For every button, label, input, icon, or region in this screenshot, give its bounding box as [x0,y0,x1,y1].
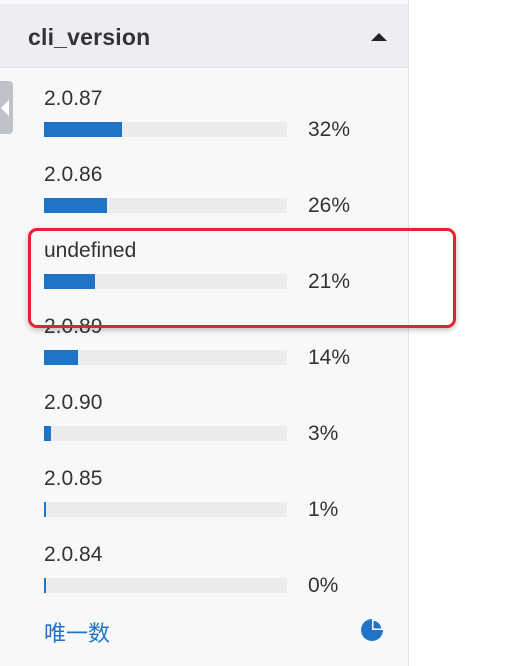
percent-bar-fill [44,122,122,137]
percent-text: 26% [308,194,351,217]
value-row[interactable]: 2.0.89 14% [0,312,408,388]
percent-bar-fill [44,426,52,441]
percent-bar-fill [44,274,96,289]
percent-bar-fill [44,198,108,213]
value-label: 2.0.85 [44,467,103,490]
field-stats-panel: cli_version 2.0.87 32% 2.0.86 26% undefi… [0,0,409,666]
percent-bar-track [44,122,287,137]
percent-bar-track [44,578,287,593]
caret-up-icon[interactable] [371,33,387,41]
pie-chart-icon[interactable] [360,618,384,642]
percent-text: 1% [308,498,339,521]
value-row[interactable]: 2.0.86 26% [0,160,408,236]
percent-text: 14% [308,346,351,369]
percent-bar-track [44,274,287,289]
value-label: 2.0.90 [44,391,103,414]
percent-bar-track [44,350,287,365]
value-row[interactable]: 2.0.84 0% [0,540,408,616]
value-label: 2.0.84 [44,543,103,566]
value-label: 2.0.87 [44,87,103,110]
value-label: 2.0.86 [44,163,103,186]
panel-title: cli_version [28,24,151,50]
percent-text: 0% [308,574,339,597]
percent-text: 32% [308,118,351,141]
panel-footer: 唯一数 [0,612,408,652]
unique-count-link[interactable]: 唯一数 [44,616,110,648]
percent-bar-fill [44,350,79,365]
page: cli_version 2.0.87 32% 2.0.86 26% undefi… [0,0,518,666]
value-row[interactable]: 2.0.90 3% [0,388,408,464]
percent-text: 3% [308,422,339,445]
value-row[interactable]: 2.0.87 32% [0,84,408,160]
percent-bar-track [44,502,287,517]
percent-text: 21% [308,270,351,293]
percent-bar-fill [44,502,47,517]
value-row[interactable]: undefined 21% [0,236,408,312]
value-row[interactable]: 2.0.85 1% [0,464,408,540]
percent-bar-track [44,426,287,441]
percent-bar-fill [44,578,46,593]
percent-bar-track [44,198,287,213]
value-label: 2.0.89 [44,315,103,338]
panel-header[interactable]: cli_version [0,4,408,68]
value-list: 2.0.87 32% 2.0.86 26% undefined 21% 2.0.… [0,84,408,616]
value-label: undefined [44,239,137,262]
